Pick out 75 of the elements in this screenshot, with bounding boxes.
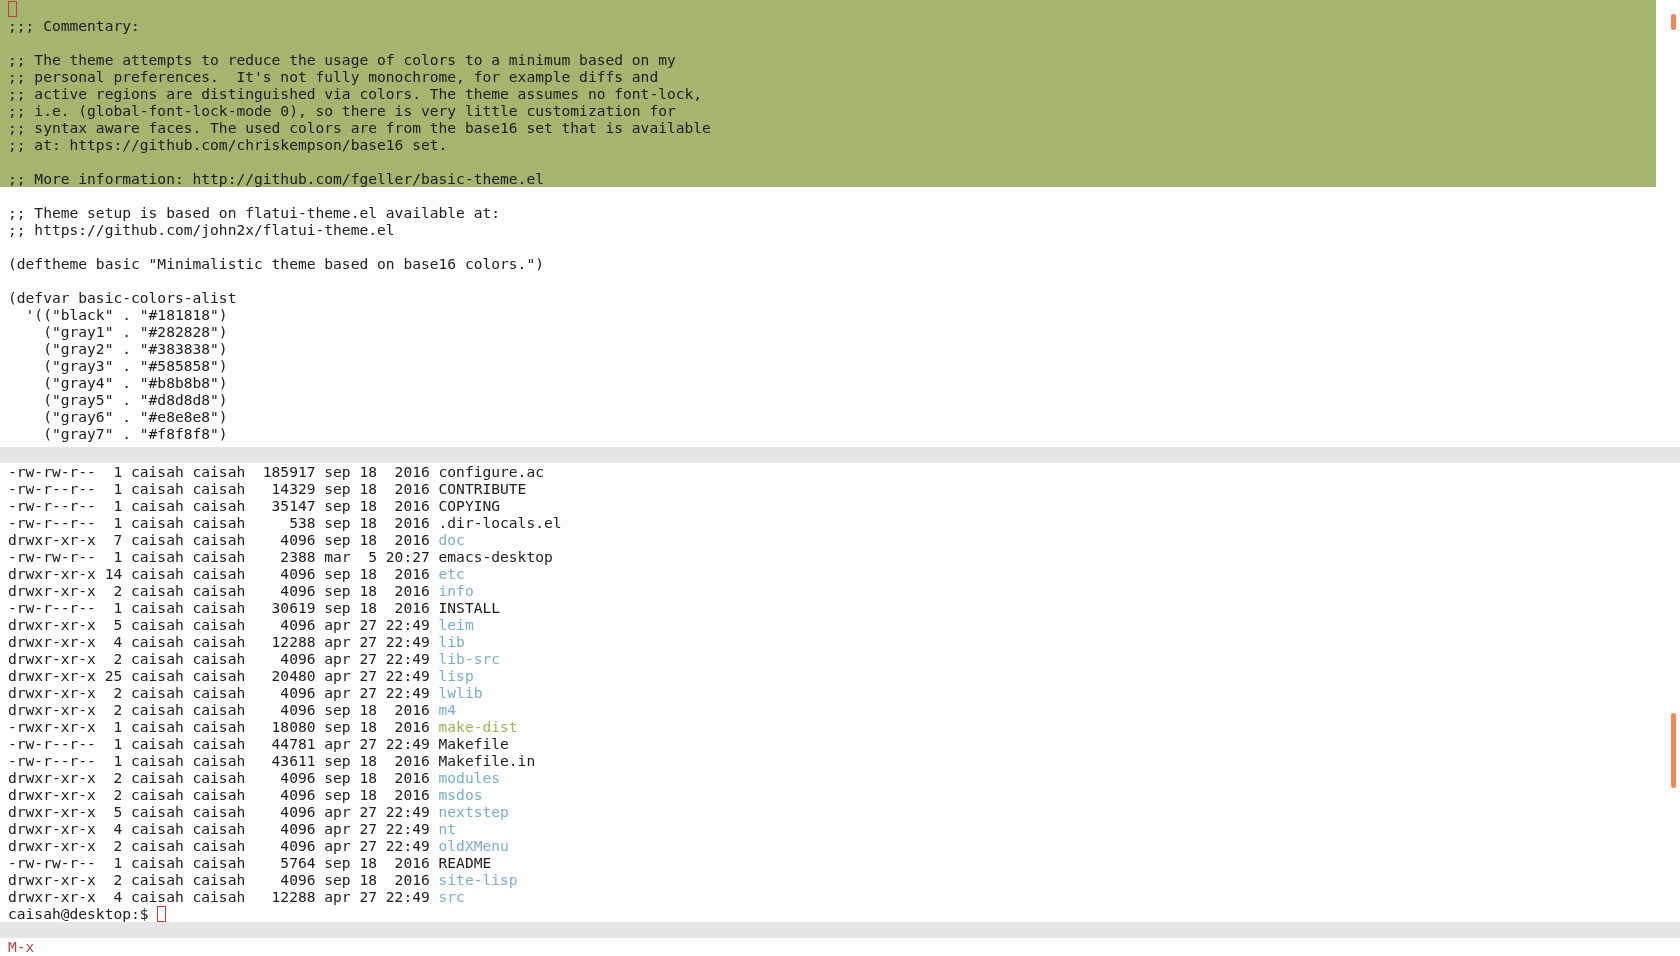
code-line: ("gray3" . "#585858")	[42, 357, 228, 374]
code-line: '(("black" . "#181818")	[24, 306, 228, 323]
code-line: ;; More information: http://github.com/fgeller/basic-theme.el	[8, 170, 544, 187]
file-details: drwxr-xr-x 7 caisah caisah 4096 sep 18 2016	[8, 531, 430, 548]
file-details: drwxr-xr-x 2 caisah caisah 4096 sep 18 2016	[8, 582, 430, 599]
code-line: ("gray5" . "#d8d8d8")	[42, 391, 228, 408]
code-line: ;; i.e. (global-font-lock-mode 0), so there is very little customization for	[8, 102, 676, 119]
file-name: doc	[438, 531, 465, 548]
file-name: etc	[438, 565, 465, 582]
file-name: lib-src	[438, 650, 501, 667]
file-details: drwxr-xr-x 2 caisah caisah 4096 sep 18 2016	[8, 786, 430, 803]
file-name: Makefile	[438, 735, 509, 752]
file-details: -rw-rw-r-- 1 caisah caisah 2388 mar 5 20:27	[8, 548, 430, 565]
code-line: ;; syntax aware faces. The used colors are from the base16 set that is available	[8, 119, 711, 136]
file-name: lib	[438, 633, 465, 650]
file-details: drwxr-xr-x 2 caisah caisah 4096 sep 18 2016	[8, 769, 430, 786]
file-details: -rw-r--r-- 1 caisah caisah 14329 sep 18 2016	[8, 480, 430, 497]
file-details: drwxr-xr-x 4 caisah caisah 4096 apr 27 22:49	[8, 820, 430, 837]
file-name: leim	[438, 616, 474, 633]
file-name: INSTALL	[438, 599, 501, 616]
file-name: lwlib	[438, 684, 483, 701]
file-name: site-lisp	[438, 871, 518, 888]
file-details: drwxr-xr-x 25 caisah caisah 20480 apr 27 22:49	[8, 667, 430, 684]
file-details: drwxr-xr-x 4 caisah caisah 12288 apr 27 22:49	[8, 888, 430, 905]
minibuffer-prompt: M-x	[8, 938, 35, 955]
file-name: modules	[438, 769, 501, 786]
file-name: emacs-desktop	[438, 548, 553, 565]
file-details: drwxr-xr-x 2 caisah caisah 4096 sep 18 2016	[8, 701, 430, 718]
file-details: -rwxr-xr-x 1 caisah caisah 18080 sep 18 2016	[8, 718, 430, 735]
code-line: ("gray2" . "#383838")	[42, 340, 228, 357]
file-name: Makefile.in	[438, 752, 536, 769]
file-details: -rw-r--r-- 1 caisah caisah 43611 sep 18 2016	[8, 752, 430, 769]
file-details: -rw-r--r-- 1 caisah caisah 538 sep 18 2016	[8, 514, 430, 531]
code-line: (deftheme basic "Minimalistic theme based on base16 colors.")	[8, 255, 544, 272]
code-line: ;; Theme setup is based on flatui-theme.el available at:	[8, 204, 501, 221]
shell-prompt: caisah@desktop:$	[8, 905, 149, 922]
code-line: ;;; Commentary:	[8, 17, 140, 34]
file-details: drwxr-xr-x 5 caisah caisah 4096 apr 27 22:49	[8, 616, 430, 633]
file-details: drwxr-xr-x 2 caisah caisah 4096 apr 27 22:49	[8, 684, 430, 701]
code-line: ;; https://github.com/john2x/flatui-theme.el	[8, 221, 395, 238]
file-name: lisp	[438, 667, 474, 684]
code-line: ("gray7" . "#f8f8f8")	[42, 425, 228, 442]
scroll-indicator	[1671, 14, 1676, 30]
code-line: ;; The theme attempts to reduce the usage of colors to a minimum based on my	[8, 51, 676, 68]
file-details: -rw-rw-r-- 1 caisah caisah 185917 sep 18 2016	[8, 463, 430, 480]
file-name: README	[438, 854, 492, 871]
code-line: ("gray4" . "#b8b8b8")	[42, 374, 228, 391]
file-name: oldXMenu	[438, 837, 509, 854]
file-details: drwxr-xr-x 4 caisah caisah 12288 apr 27 22:49	[8, 633, 430, 650]
file-name: msdos	[438, 786, 483, 803]
file-name: .dir-locals.el	[438, 514, 562, 531]
file-name: nt	[438, 820, 457, 837]
file-details: -rw-r--r-- 1 caisah caisah 30619 sep 18 2016	[8, 599, 430, 616]
code-line: ;; personal preferences. It's not fully monochrome, for example diffs and	[8, 68, 659, 85]
file-details: -rw-rw-r-- 1 caisah caisah 5764 sep 18 2016	[8, 854, 430, 871]
file-details: drwxr-xr-x 5 caisah caisah 4096 apr 27 22:49	[8, 803, 430, 820]
file-details: drwxr-xr-x 2 caisah caisah 4096 apr 27 22:49	[8, 837, 430, 854]
file-name: m4	[438, 701, 457, 718]
file-name: nextstep	[438, 803, 509, 820]
file-details: -rw-r--r-- 1 caisah caisah 44781 apr 27 22:49	[8, 735, 430, 752]
file-name: make-dist	[438, 718, 518, 735]
code-line: ("gray1" . "#282828")	[42, 323, 228, 340]
code-line: (defvar basic-colors-alist	[8, 289, 237, 306]
file-details: -rw-r--r-- 1 caisah caisah 35147 sep 18 2016	[8, 497, 430, 514]
code-line: ;; at: https://github.com/chriskempson/base16 set.	[8, 136, 448, 153]
file-name: COPYING	[438, 497, 501, 514]
file-details: drwxr-xr-x 2 caisah caisah 4096 apr 27 22:49	[8, 650, 430, 667]
file-details: drwxr-xr-x 2 caisah caisah 4096 sep 18 2016	[8, 871, 430, 888]
code-line: ("gray6" . "#e8e8e8")	[42, 408, 228, 425]
code-line: ;; active regions are distinguished via colors. The theme assumes no font-lock,	[8, 85, 703, 102]
file-name: configure.ac	[438, 463, 544, 480]
file-name: src	[438, 888, 465, 905]
file-name: CONTRIBUTE	[438, 480, 527, 497]
file-details: drwxr-xr-x 14 caisah caisah 4096 sep 18 2016	[8, 565, 430, 582]
file-name: info	[438, 582, 474, 599]
